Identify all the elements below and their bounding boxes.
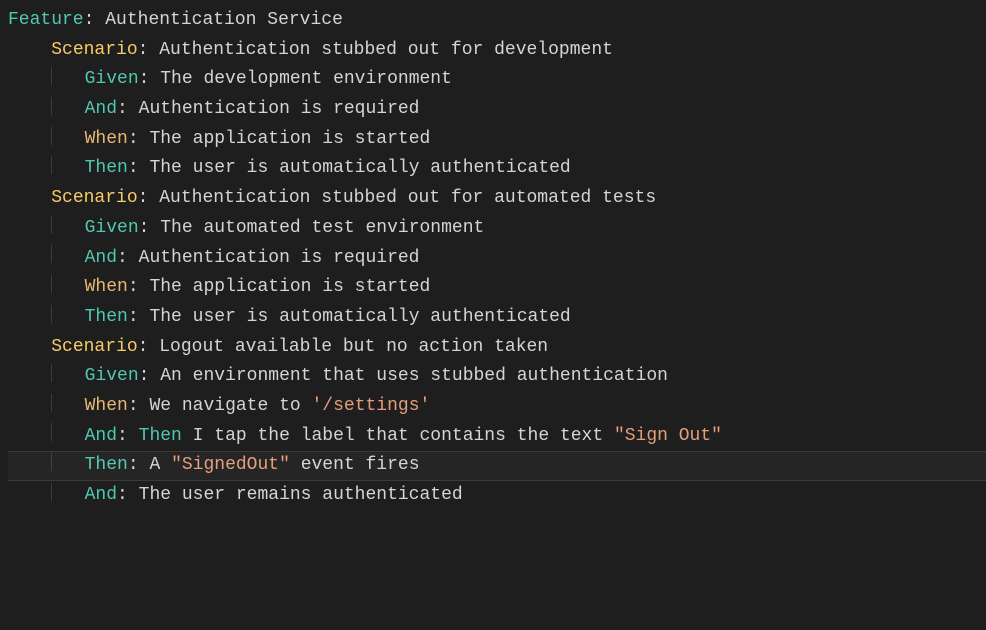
string-literal: '/settings' <box>311 396 430 416</box>
scenario-title: Logout available but no action taken <box>159 337 548 357</box>
colon: : <box>138 40 160 60</box>
then-keyword: Then <box>85 158 128 178</box>
given-keyword: Given <box>85 69 139 89</box>
step-line: Given: An environment that uses stubbed … <box>8 362 986 392</box>
scenario-title: Authentication stubbed out for automated… <box>159 188 656 208</box>
step-text: I tap the label that contains the text <box>182 426 614 446</box>
colon: : <box>117 99 139 119</box>
scenario-title: Authentication stubbed out for developme… <box>159 40 613 60</box>
when-keyword: When <box>85 277 128 297</box>
colon: : <box>128 396 150 416</box>
scenario-line: Scenario: Logout available but no action… <box>8 333 986 363</box>
step-line: Then: The user is automatically authenti… <box>8 303 986 333</box>
and-keyword: And <box>85 426 117 446</box>
colon: : <box>128 277 150 297</box>
step-line-active: Then: A "SignedOut" event fires <box>8 451 986 481</box>
step-line: Then: The user is automatically authenti… <box>8 154 986 184</box>
colon: : <box>138 337 160 357</box>
then-keyword: Then <box>85 455 128 475</box>
scenario-keyword: Scenario <box>51 337 137 357</box>
colon: : <box>139 366 161 386</box>
code-editor[interactable]: Feature: Authentication Service Scenario… <box>0 0 986 511</box>
colon: : <box>84 10 106 30</box>
step-text: The automated test environment <box>160 218 484 238</box>
step-text: An environment that uses stubbed authent… <box>160 366 668 386</box>
step-line: And: Then I tap the label that contains … <box>8 422 986 452</box>
then-keyword: Then <box>85 307 128 327</box>
colon: : <box>128 158 150 178</box>
step-text: We navigate to <box>149 396 311 416</box>
colon: : <box>117 426 139 446</box>
step-text: A <box>149 455 171 475</box>
step-line: Given: The automated test environment <box>8 214 986 244</box>
step-text: The development environment <box>160 69 452 89</box>
step-line: Given: The development environment <box>8 65 986 95</box>
step-line: When: The application is started <box>8 125 986 155</box>
scenario-line: Scenario: Authentication stubbed out for… <box>8 36 986 66</box>
string-literal: "SignedOut" <box>171 455 290 475</box>
step-text: event fires <box>290 455 420 475</box>
step-text: Authentication is required <box>139 248 420 268</box>
feature-line: Feature: Authentication Service <box>8 6 986 36</box>
and-keyword: And <box>85 485 117 505</box>
colon: : <box>117 248 139 268</box>
and-keyword: And <box>85 248 117 268</box>
scenario-keyword: Scenario <box>51 188 137 208</box>
colon: : <box>139 69 161 89</box>
step-line: When: We navigate to '/settings' <box>8 392 986 422</box>
colon: : <box>128 455 150 475</box>
step-text: The user remains authenticated <box>139 485 463 505</box>
scenario-keyword: Scenario <box>51 40 137 60</box>
then-inline-keyword: Then <box>139 426 182 446</box>
when-keyword: When <box>85 129 128 149</box>
step-text: The application is started <box>149 129 430 149</box>
step-line: And: Authentication is required <box>8 95 986 125</box>
colon: : <box>128 129 150 149</box>
scenario-line: Scenario: Authentication stubbed out for… <box>8 184 986 214</box>
colon: : <box>139 218 161 238</box>
step-line: When: The application is started <box>8 273 986 303</box>
colon: : <box>117 485 139 505</box>
given-keyword: Given <box>85 366 139 386</box>
when-keyword: When <box>85 396 128 416</box>
given-keyword: Given <box>85 218 139 238</box>
step-text: The user is automatically authenticated <box>149 307 570 327</box>
step-text: Authentication is required <box>139 99 420 119</box>
colon: : <box>138 188 160 208</box>
and-keyword: And <box>85 99 117 119</box>
string-literal: "Sign Out" <box>614 426 722 446</box>
step-line: And: Authentication is required <box>8 244 986 274</box>
colon: : <box>128 307 150 327</box>
step-text: The user is automatically authenticated <box>149 158 570 178</box>
step-text: The application is started <box>149 277 430 297</box>
feature-keyword: Feature <box>8 10 84 30</box>
feature-title: Authentication Service <box>105 10 343 30</box>
step-line: And: The user remains authenticated <box>8 481 986 511</box>
